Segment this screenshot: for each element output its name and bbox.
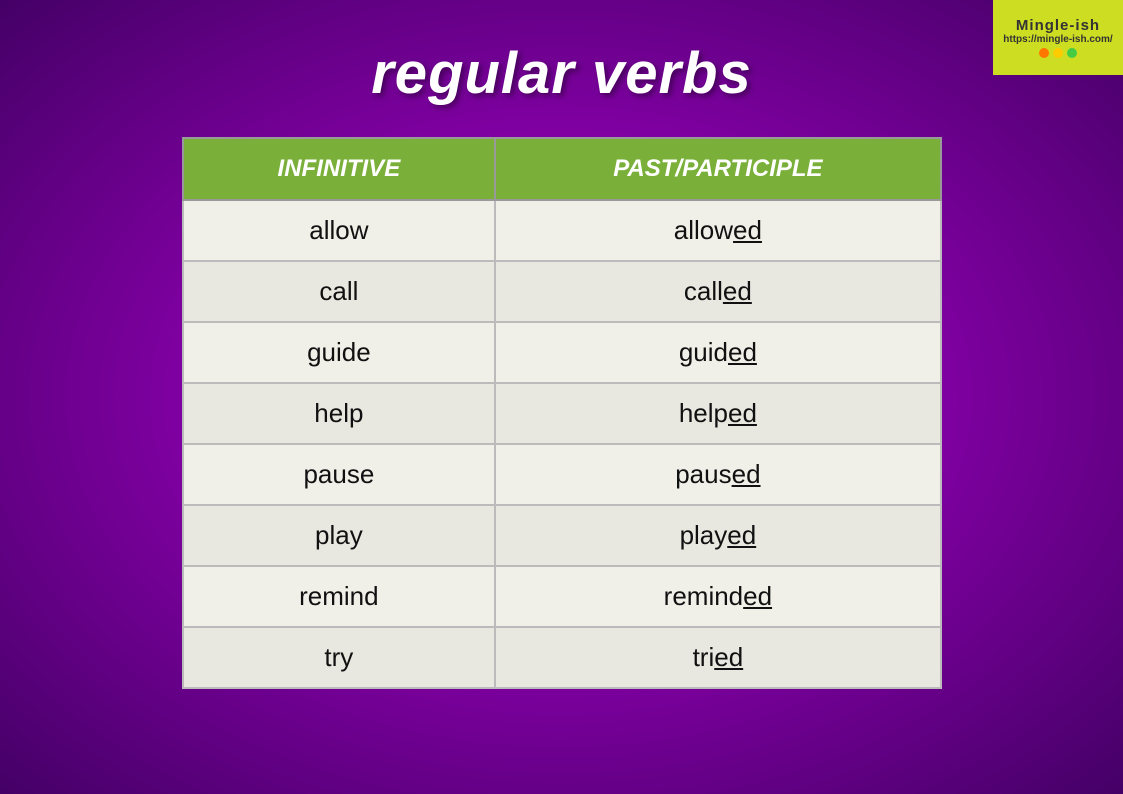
dot-green (1067, 48, 1077, 58)
table-row: guideguided (183, 322, 941, 383)
past-suffix: ed (714, 642, 743, 672)
past-suffix: ed (732, 459, 761, 489)
past-suffix: ed (743, 581, 772, 611)
infinitive-cell: try (183, 627, 496, 688)
verb-table: INFINITIVE PAST/PARTICIPLE allowallowedc… (182, 137, 942, 689)
logo-area: Mingle-ish https://mingle-ish.com/ (993, 0, 1123, 75)
past-cell: tried (495, 627, 940, 688)
logo-url: https://mingle-ish.com/ (1003, 34, 1112, 45)
past-cell: played (495, 505, 940, 566)
past-cell: guided (495, 322, 940, 383)
table-row: allowallowed (183, 200, 941, 261)
table-row: helphelped (183, 383, 941, 444)
dot-orange (1039, 48, 1049, 58)
past-suffix: ed (733, 215, 762, 245)
past-base: allow (674, 215, 733, 245)
past-base: remind (664, 581, 743, 611)
past-base: guid (679, 337, 728, 367)
infinitive-cell: pause (183, 444, 496, 505)
col-header-past: PAST/PARTICIPLE (495, 138, 940, 200)
infinitive-cell: remind (183, 566, 496, 627)
infinitive-cell: help (183, 383, 496, 444)
past-suffix: ed (723, 276, 752, 306)
page-title: regular verbs (0, 0, 1123, 137)
past-cell: paused (495, 444, 940, 505)
past-base: play (680, 520, 728, 550)
past-suffix: ed (727, 520, 756, 550)
past-base: help (679, 398, 728, 428)
col-header-infinitive: INFINITIVE (183, 138, 496, 200)
infinitive-cell: play (183, 505, 496, 566)
past-base: paus (675, 459, 731, 489)
infinitive-cell: call (183, 261, 496, 322)
past-cell: allowed (495, 200, 940, 261)
table-container: INFINITIVE PAST/PARTICIPLE allowallowedc… (0, 137, 1123, 689)
table-header-row: INFINITIVE PAST/PARTICIPLE (183, 138, 941, 200)
table-row: callcalled (183, 261, 941, 322)
dot-yellow (1053, 48, 1063, 58)
past-cell: called (495, 261, 940, 322)
infinitive-cell: allow (183, 200, 496, 261)
past-base: call (684, 276, 723, 306)
past-suffix: ed (728, 337, 757, 367)
table-row: playplayed (183, 505, 941, 566)
table-row: remindreminded (183, 566, 941, 627)
logo-title: Mingle-ish (1016, 17, 1100, 34)
table-row: trytried (183, 627, 941, 688)
past-cell: reminded (495, 566, 940, 627)
past-base: tri (693, 642, 715, 672)
table-row: pausepaused (183, 444, 941, 505)
past-suffix: ed (728, 398, 757, 428)
past-cell: helped (495, 383, 940, 444)
infinitive-cell: guide (183, 322, 496, 383)
